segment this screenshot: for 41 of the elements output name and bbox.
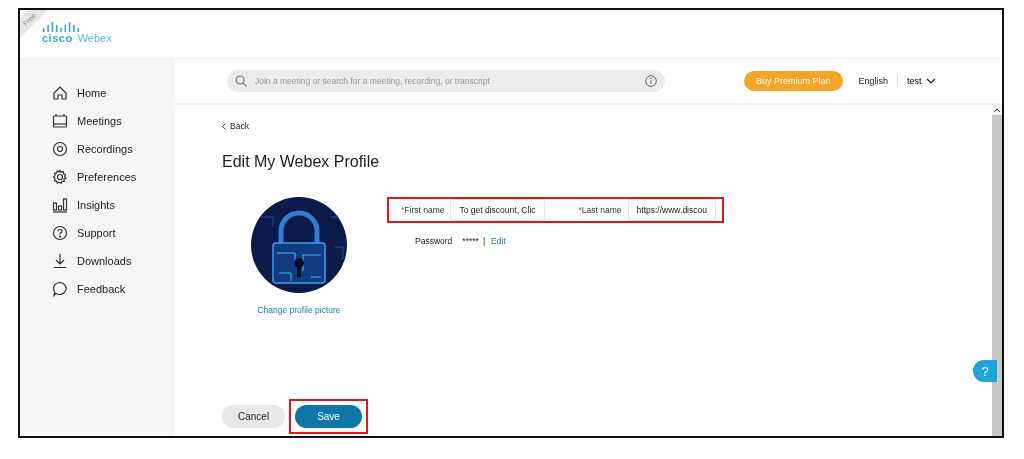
- change-picture-link[interactable]: Change profile picture: [257, 305, 341, 315]
- help-icon: [52, 225, 68, 241]
- home-icon: [52, 85, 68, 101]
- cancel-button[interactable]: Cancel: [222, 405, 286, 428]
- chat-bubble-icon: [52, 281, 68, 297]
- search-icon: [235, 75, 247, 87]
- edit-link[interactable]: Edit: [491, 236, 506, 246]
- page-title: Edit My Webex Profile: [222, 153, 381, 171]
- search-bar[interactable]: Join a meeting or search for a meeting, recording, or transcript: [227, 70, 665, 92]
- scroll-up-icon[interactable]: [993, 107, 1001, 113]
- save-button[interactable]: Save: [295, 405, 362, 428]
- product-name: Webex: [77, 32, 112, 44]
- nav-item[interactable]: Meetings: [20, 107, 175, 135]
- record-icon: [52, 141, 68, 157]
- company-logo-text: cisco: [42, 32, 73, 44]
- nav-item[interactable]: Home: [20, 79, 175, 107]
- nav-item[interactable]: Recordings: [20, 135, 175, 163]
- chevron-left-icon: [222, 122, 226, 130]
- search-field[interactable]: Join a meeting or search for a meeting, recording, or transcript: [253, 75, 639, 87]
- cisco-bars-icon: [42, 22, 80, 32]
- nav-item[interactable]: Preferences: [20, 163, 175, 191]
- password-label: Password: [415, 236, 453, 246]
- separator: |: [482, 236, 486, 246]
- info-icon[interactable]: [645, 75, 657, 87]
- back-link[interactable]: Back: [222, 121, 992, 131]
- text-field[interactable]: To get discount, Clic: [450, 199, 545, 221]
- text-field[interactable]: https://www.discou: [627, 199, 716, 221]
- nav-item[interactable]: Feedback: [20, 275, 175, 303]
- settings-icon: [52, 169, 68, 185]
- language-selector[interactable]: English: [858, 76, 889, 86]
- nav-item[interactable]: Support: [20, 219, 175, 247]
- nav-item[interactable]: Insights: [20, 191, 175, 219]
- bar-chart-icon: [52, 197, 68, 213]
- chevron-down-icon: [925, 78, 936, 84]
- password-value: *****: [462, 236, 479, 246]
- field-label: *Last name: [578, 205, 622, 215]
- user-menu[interactable]: test: [907, 76, 936, 86]
- calendar-icon: [52, 113, 68, 129]
- field-label: *First name: [401, 205, 445, 215]
- nav-item[interactable]: Downloads: [20, 247, 175, 275]
- download-icon: [52, 253, 68, 269]
